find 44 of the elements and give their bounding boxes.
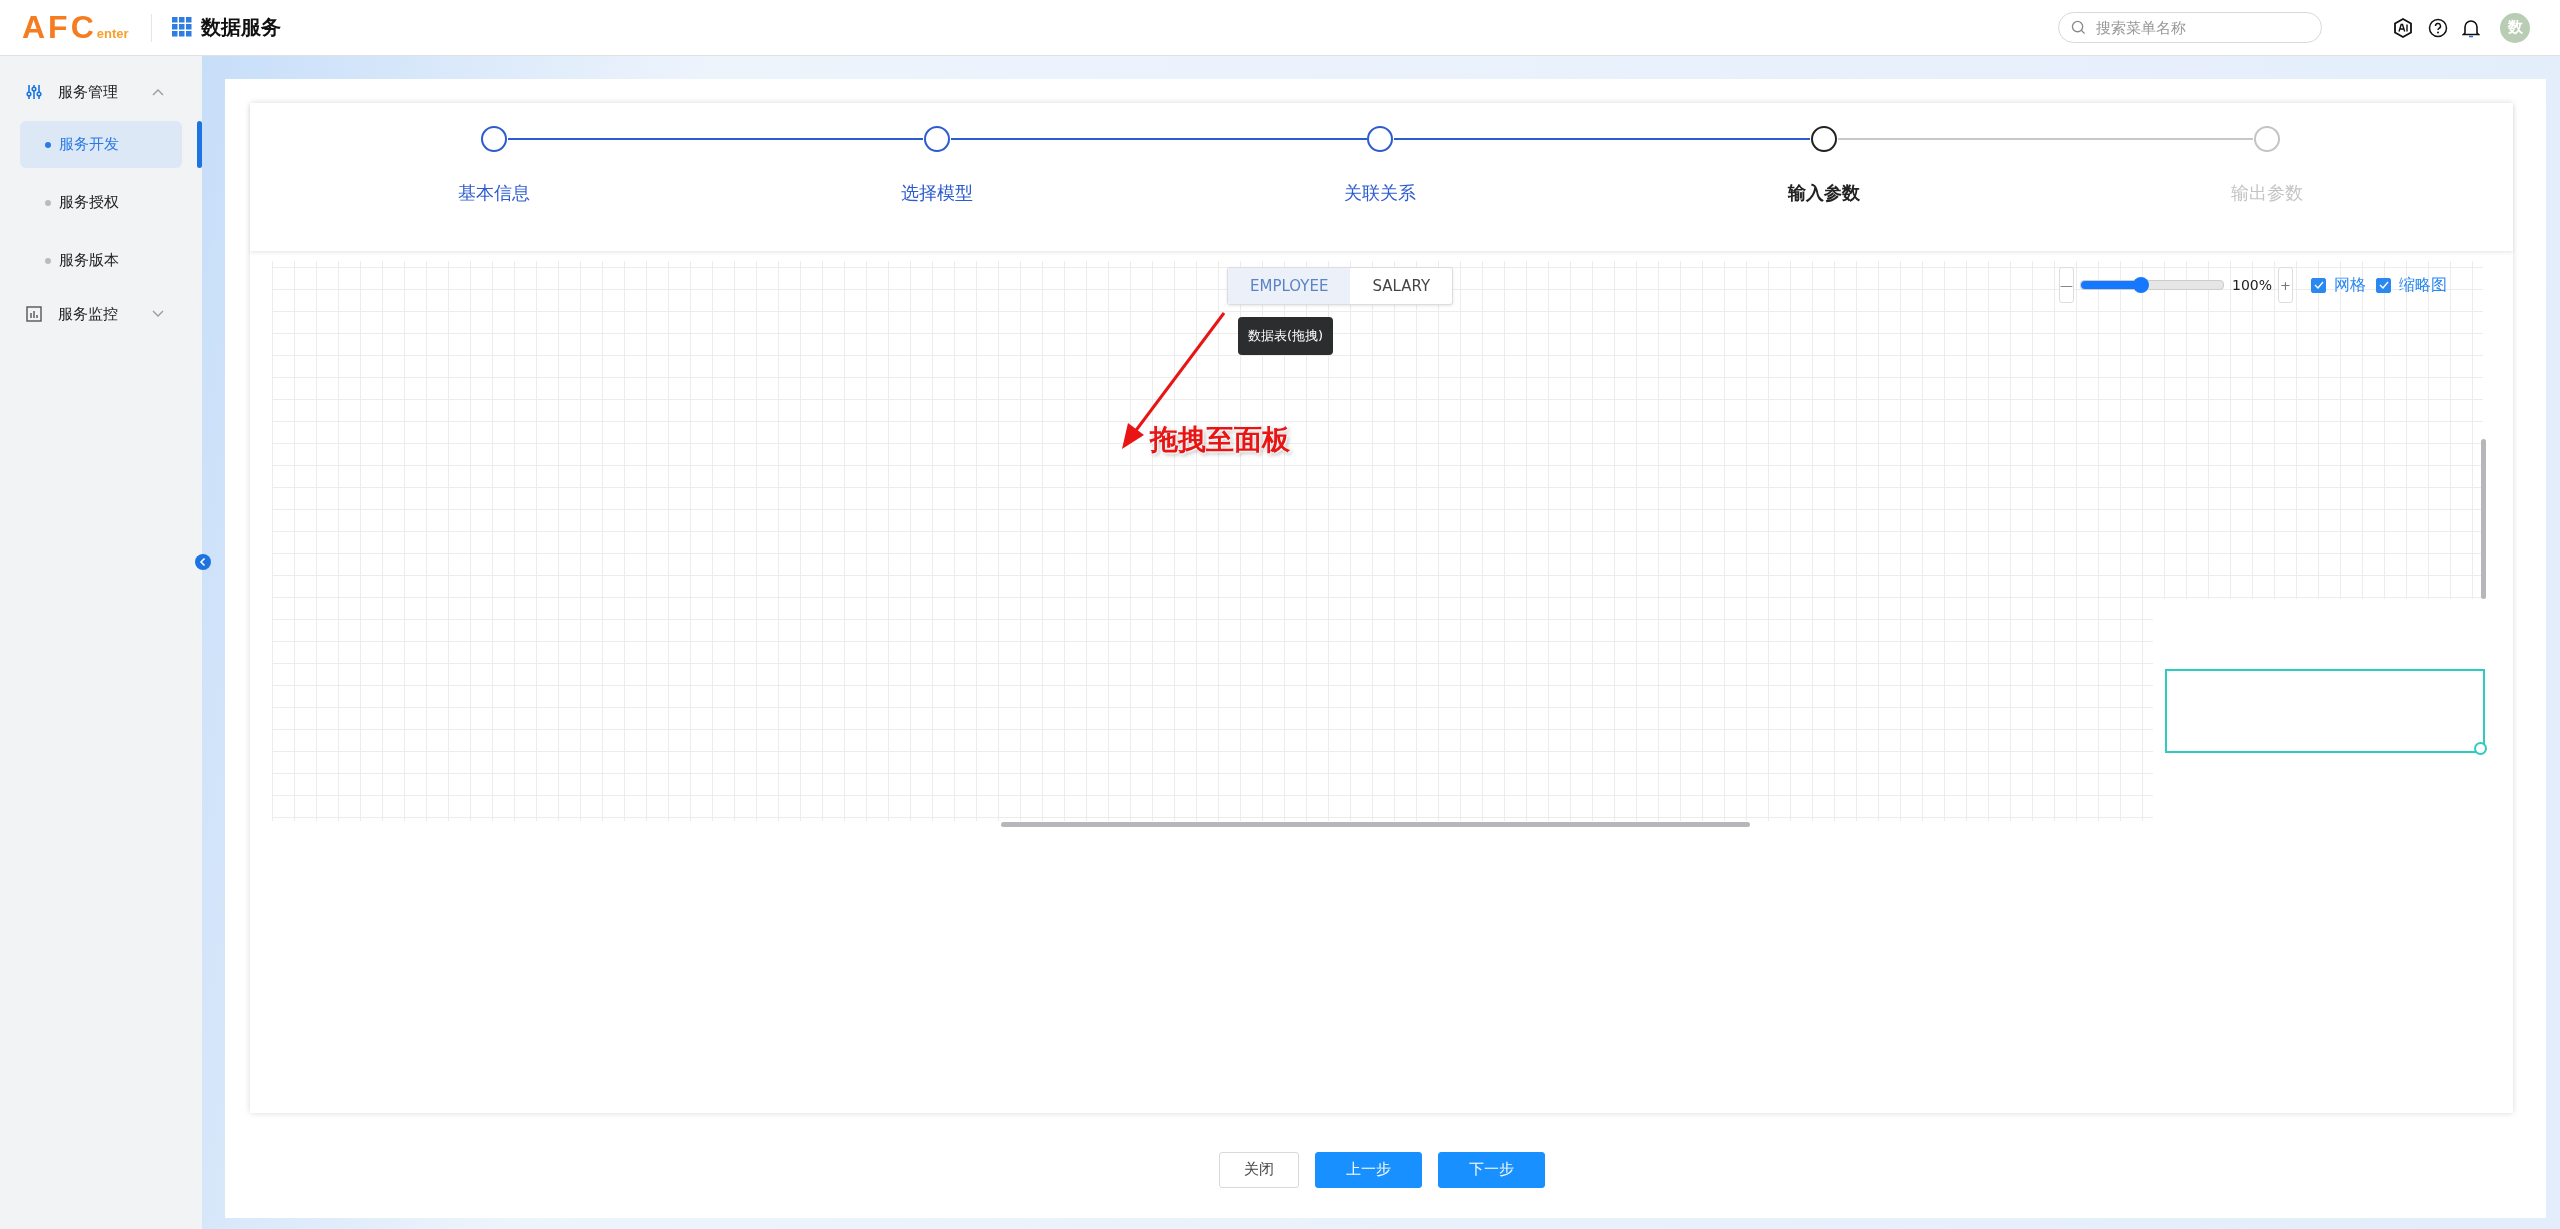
step-label: 输出参数 xyxy=(2231,181,2304,205)
search-icon xyxy=(2071,20,2086,35)
logo: AFC enter xyxy=(22,9,129,46)
step-label: 选择模型 xyxy=(901,181,974,205)
action-button[interactable]: 关闭 xyxy=(1218,1151,1299,1188)
help-icon[interactable] xyxy=(2428,17,2448,38)
step-label: 关联关系 xyxy=(1344,181,1417,205)
search-input[interactable]: 搜索菜单名称 xyxy=(2094,17,2309,38)
collapse-icon[interactable] xyxy=(195,554,211,570)
zoom-in-button[interactable]: + xyxy=(2278,267,2293,303)
resize-handle[interactable] xyxy=(2474,742,2487,755)
step-label: 基本信息 xyxy=(457,181,530,205)
horizontal-scrollbar[interactable] xyxy=(1001,822,1750,827)
vertical-scrollbar[interactable] xyxy=(2481,439,2486,599)
checkbox-label[interactable]: 网格 xyxy=(2334,274,2366,296)
checkbox[interactable] xyxy=(2376,277,2391,293)
tooltip: 数据表(拖拽) xyxy=(1238,317,1334,355)
bell-icon[interactable] xyxy=(2462,17,2480,38)
action-button[interactable]: 上一步 xyxy=(1314,1151,1422,1188)
ai-hexagon-icon[interactable] xyxy=(2392,16,2414,39)
app-title: 数据服务 xyxy=(200,14,281,41)
table-tab[interactable]: EMPLOYEE xyxy=(1228,268,1351,304)
action-button[interactable]: 下一步 xyxy=(1437,1151,1545,1188)
zoom-reading: 100% xyxy=(2231,277,2272,293)
zoom-out-button[interactable]: — xyxy=(2058,267,2074,303)
apps-grid-icon[interactable] xyxy=(171,17,193,38)
sidebar-group[interactable]: 服务管理 xyxy=(0,68,202,116)
slider-thumb[interactable] xyxy=(2132,277,2149,293)
sidebar-item[interactable]: 服务版本 xyxy=(20,237,182,284)
minimap-viewport[interactable] xyxy=(2165,669,2485,753)
zoom-slider[interactable] xyxy=(2079,280,2224,290)
sidebar-item[interactable]: 服务授权 xyxy=(20,179,182,226)
step-label: 输入参数 xyxy=(1787,181,1860,205)
sidebar-item[interactable]: 服务开发 xyxy=(20,121,182,168)
sidebar-group[interactable]: 服务监控 xyxy=(0,290,202,338)
checkbox[interactable] xyxy=(2311,277,2326,293)
chart-icon xyxy=(26,306,42,322)
chevron-icon xyxy=(152,310,164,318)
active-indicator xyxy=(197,121,202,168)
annotation-text: 拖拽至面板 xyxy=(1150,423,1290,457)
checkbox-label[interactable]: 缩略图 xyxy=(2399,274,2447,296)
sliders-icon xyxy=(26,84,42,100)
table-tab[interactable]: SALARY xyxy=(1350,268,1453,304)
chevron-icon xyxy=(152,88,164,96)
